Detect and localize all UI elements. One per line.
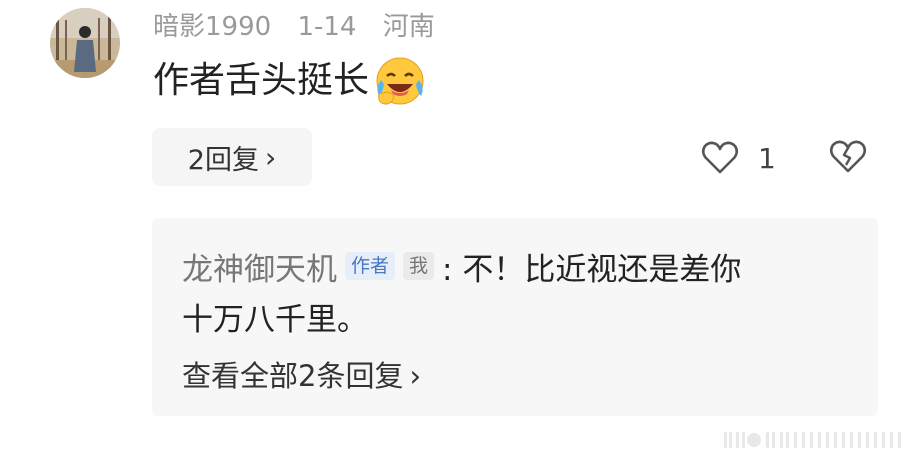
chevron-right-icon: ›	[264, 140, 277, 174]
comment-date: 1-14	[297, 12, 357, 42]
broken-heart-icon	[829, 140, 867, 173]
comment-text: 作者舌头挺长	[153, 60, 370, 101]
reply-text-line2: 十万八千里。	[182, 302, 368, 338]
username[interactable]: 暗影1990	[153, 12, 271, 42]
like-count: 1	[758, 141, 776, 175]
reply-preview: 龙神御天机 作者 我 : 不！比近视还是差你 十万八千里。 查看全部2条回复 ›	[152, 218, 878, 416]
chevron-right-icon: ›	[409, 359, 422, 393]
laughing-crying-emoji-icon	[376, 57, 424, 105]
reply-author[interactable]: 龙神御天机	[182, 244, 337, 289]
heart-icon	[701, 141, 739, 174]
replies-button[interactable]: 2回复 ›	[152, 128, 312, 186]
avatar-image	[50, 8, 120, 78]
reply-first-line: 龙神御天机 作者 我 : 不！比近视还是差你	[182, 244, 741, 288]
comment-location: 河南	[382, 12, 435, 42]
avatar[interactable]	[50, 8, 120, 78]
author-badge: 作者	[345, 252, 396, 280]
view-all-replies-link[interactable]: 查看全部2条回复 ›	[182, 354, 421, 398]
dislike-button[interactable]	[828, 137, 868, 177]
replies-button-label: 2回复	[187, 144, 259, 176]
view-all-replies-label: 查看全部2条回复	[182, 359, 404, 393]
me-badge: 我	[403, 252, 435, 280]
reply-text-line1: : 不！比近视还是差你	[442, 251, 742, 288]
like-button[interactable]: 1	[700, 137, 776, 179]
watermark-image	[724, 432, 901, 448]
comment-meta: 暗影1990 1-14 河南	[153, 10, 453, 44]
comment-body: 作者舌头挺长	[153, 56, 427, 106]
